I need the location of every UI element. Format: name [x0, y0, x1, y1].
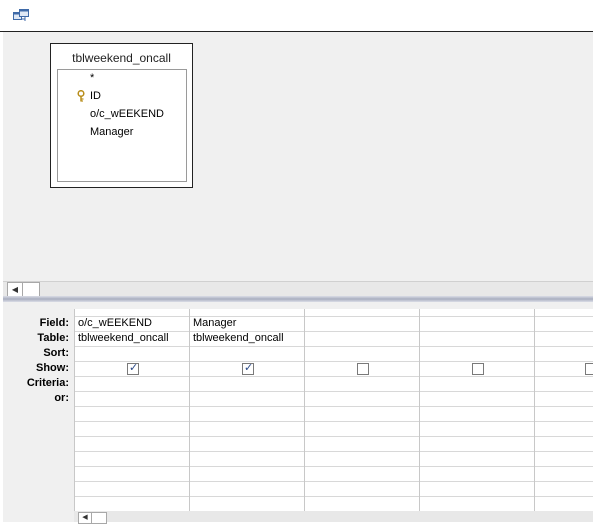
query-design-icon[interactable]	[13, 9, 29, 23]
field-list: * ID o/c_wEEKEND Manager	[57, 69, 187, 182]
grid-row-labels: Field: Table: Sort: Show: Criteria: or:	[3, 302, 74, 522]
grid-line	[74, 496, 593, 497]
show-checkbox[interactable]	[127, 361, 139, 375]
row-label-criteria: Criteria:	[26, 377, 69, 389]
grid-line	[74, 346, 593, 347]
grid-column-border	[74, 309, 75, 511]
grid-column-border[interactable]	[304, 309, 305, 511]
row-label-sort: Sort:	[43, 347, 69, 359]
grid-table-cell[interactable]: tblweekend_oncall	[78, 332, 169, 344]
query-titlebar	[0, 0, 593, 32]
grid-line	[74, 421, 593, 422]
show-checkbox[interactable]	[357, 363, 369, 375]
grid-line	[74, 406, 593, 407]
row-label-show: Show:	[36, 362, 69, 374]
grid-line	[74, 436, 593, 437]
table-pane-scrollbar[interactable]: ◀	[3, 281, 593, 297]
field-oc-weekend[interactable]: o/c_wEEKEND	[90, 108, 164, 120]
grid-column-border[interactable]	[534, 309, 535, 511]
row-label-table: Table:	[37, 332, 69, 344]
show-checkbox[interactable]	[585, 363, 593, 375]
grid-column-border[interactable]	[419, 309, 420, 511]
grid-line	[74, 466, 593, 467]
grid-line	[74, 481, 593, 482]
field-id[interactable]: ID	[90, 90, 101, 102]
grid-line	[74, 361, 593, 362]
grid-line	[74, 391, 593, 392]
grid-field-cell[interactable]: Manager	[193, 317, 236, 329]
table-field-list-window[interactable]: tblweekend_oncall * ID o/c_wEEKEND Manag…	[50, 43, 193, 188]
grid-column-border[interactable]	[189, 309, 190, 511]
table-caption[interactable]: tblweekend_oncall	[51, 51, 192, 65]
grid-table-cell[interactable]: tblweekend_oncall	[193, 332, 284, 344]
field-manager[interactable]: Manager	[90, 126, 133, 138]
show-checkbox[interactable]	[242, 361, 254, 375]
grid-field-cell[interactable]: o/c_wEEKEND	[78, 317, 152, 329]
design-grid-scrollbar[interactable]: ◀	[74, 511, 593, 524]
key-icon	[77, 90, 85, 102]
row-label-or: or:	[54, 392, 69, 404]
show-checkbox[interactable]	[472, 363, 484, 375]
scroll-left-arrow-icon[interactable]: ◀	[78, 512, 92, 524]
row-label-field: Field:	[39, 317, 69, 329]
grid-line	[74, 376, 593, 377]
grid-line	[74, 451, 593, 452]
scroll-left-arrow-icon[interactable]: ◀	[7, 282, 23, 297]
query-design-grid[interactable]: o/c_wEEKEND tblweekend_oncall Manager tb…	[74, 309, 593, 511]
field-all[interactable]: *	[90, 72, 94, 84]
scroll-thumb[interactable]	[22, 282, 40, 297]
scroll-thumb[interactable]	[91, 512, 107, 524]
